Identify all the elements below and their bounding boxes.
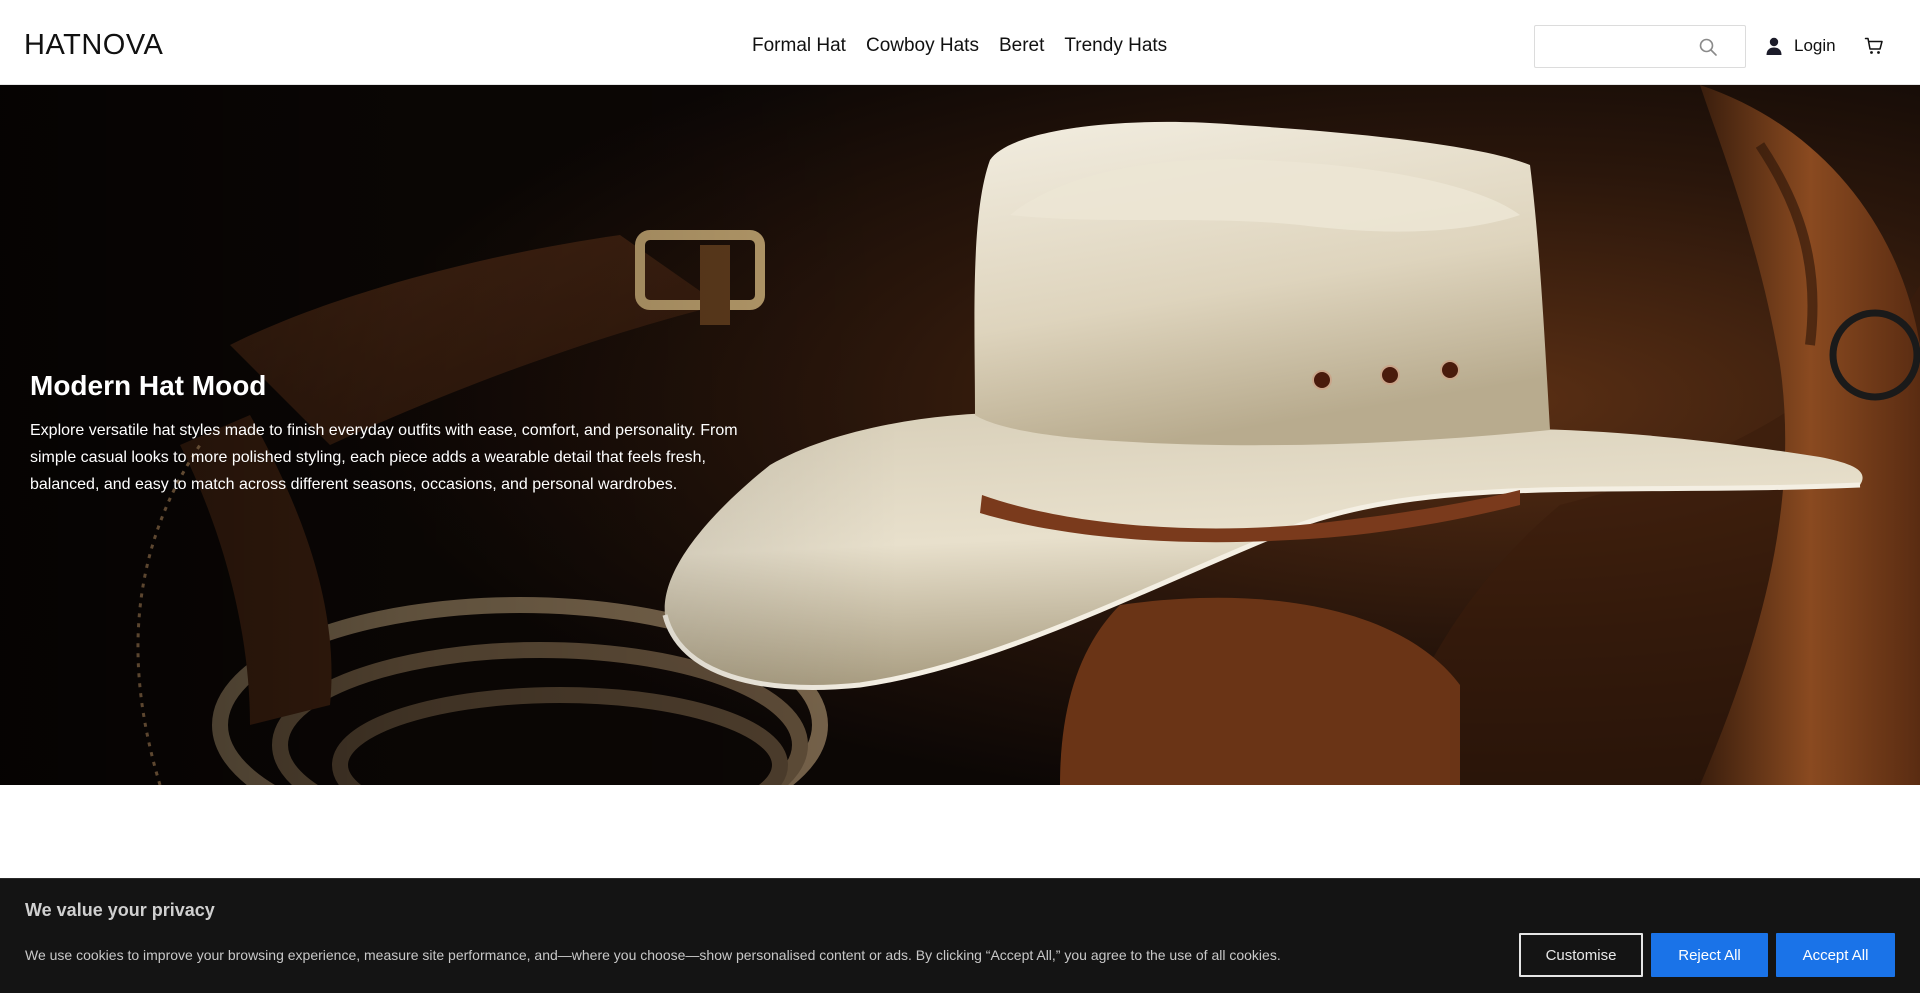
customise-button[interactable]: Customise <box>1519 933 1643 977</box>
search-box <box>1534 25 1746 68</box>
user-icon <box>1766 37 1782 55</box>
login-link[interactable]: Login <box>1764 34 1836 58</box>
login-label: Login <box>1794 36 1836 55</box>
nav-item-cowboy-hats[interactable]: Cowboy Hats <box>866 34 979 58</box>
hero-banner: Modern Hat Mood Explore versatile hat st… <box>0 85 1920 785</box>
cart-icon[interactable] <box>1864 36 1884 56</box>
nav-item-formal-hat[interactable]: Formal Hat <box>752 34 846 58</box>
brand-logo[interactable]: HATNOVA <box>24 28 163 62</box>
reject-all-button[interactable]: Reject All <box>1651 933 1768 977</box>
search-icon[interactable] <box>1698 37 1718 57</box>
hero-title: Modern Hat Mood <box>30 370 267 401</box>
site-header: HATNOVA Formal Hat Cowboy Hats Beret Tre… <box>0 0 1920 85</box>
cookie-consent-banner: We value your privacy We use cookies to … <box>0 878 1920 993</box>
hero-description: Explore versatile hat styles made to fin… <box>30 422 738 493</box>
cookie-banner-text: We use cookies to improve your browsing … <box>25 947 1281 963</box>
main-nav: Formal Hat Cowboy Hats Beret Trendy Hats <box>752 34 1167 58</box>
nav-item-trendy-hats[interactable]: Trendy Hats <box>1064 34 1167 58</box>
cookie-banner-title: We value your privacy <box>25 900 215 920</box>
hero-text-block: Modern Hat Mood Explore versatile hat st… <box>30 369 750 498</box>
search-input[interactable] <box>1535 26 1700 67</box>
accept-all-button[interactable]: Accept All <box>1776 933 1895 977</box>
nav-item-beret[interactable]: Beret <box>999 34 1044 58</box>
